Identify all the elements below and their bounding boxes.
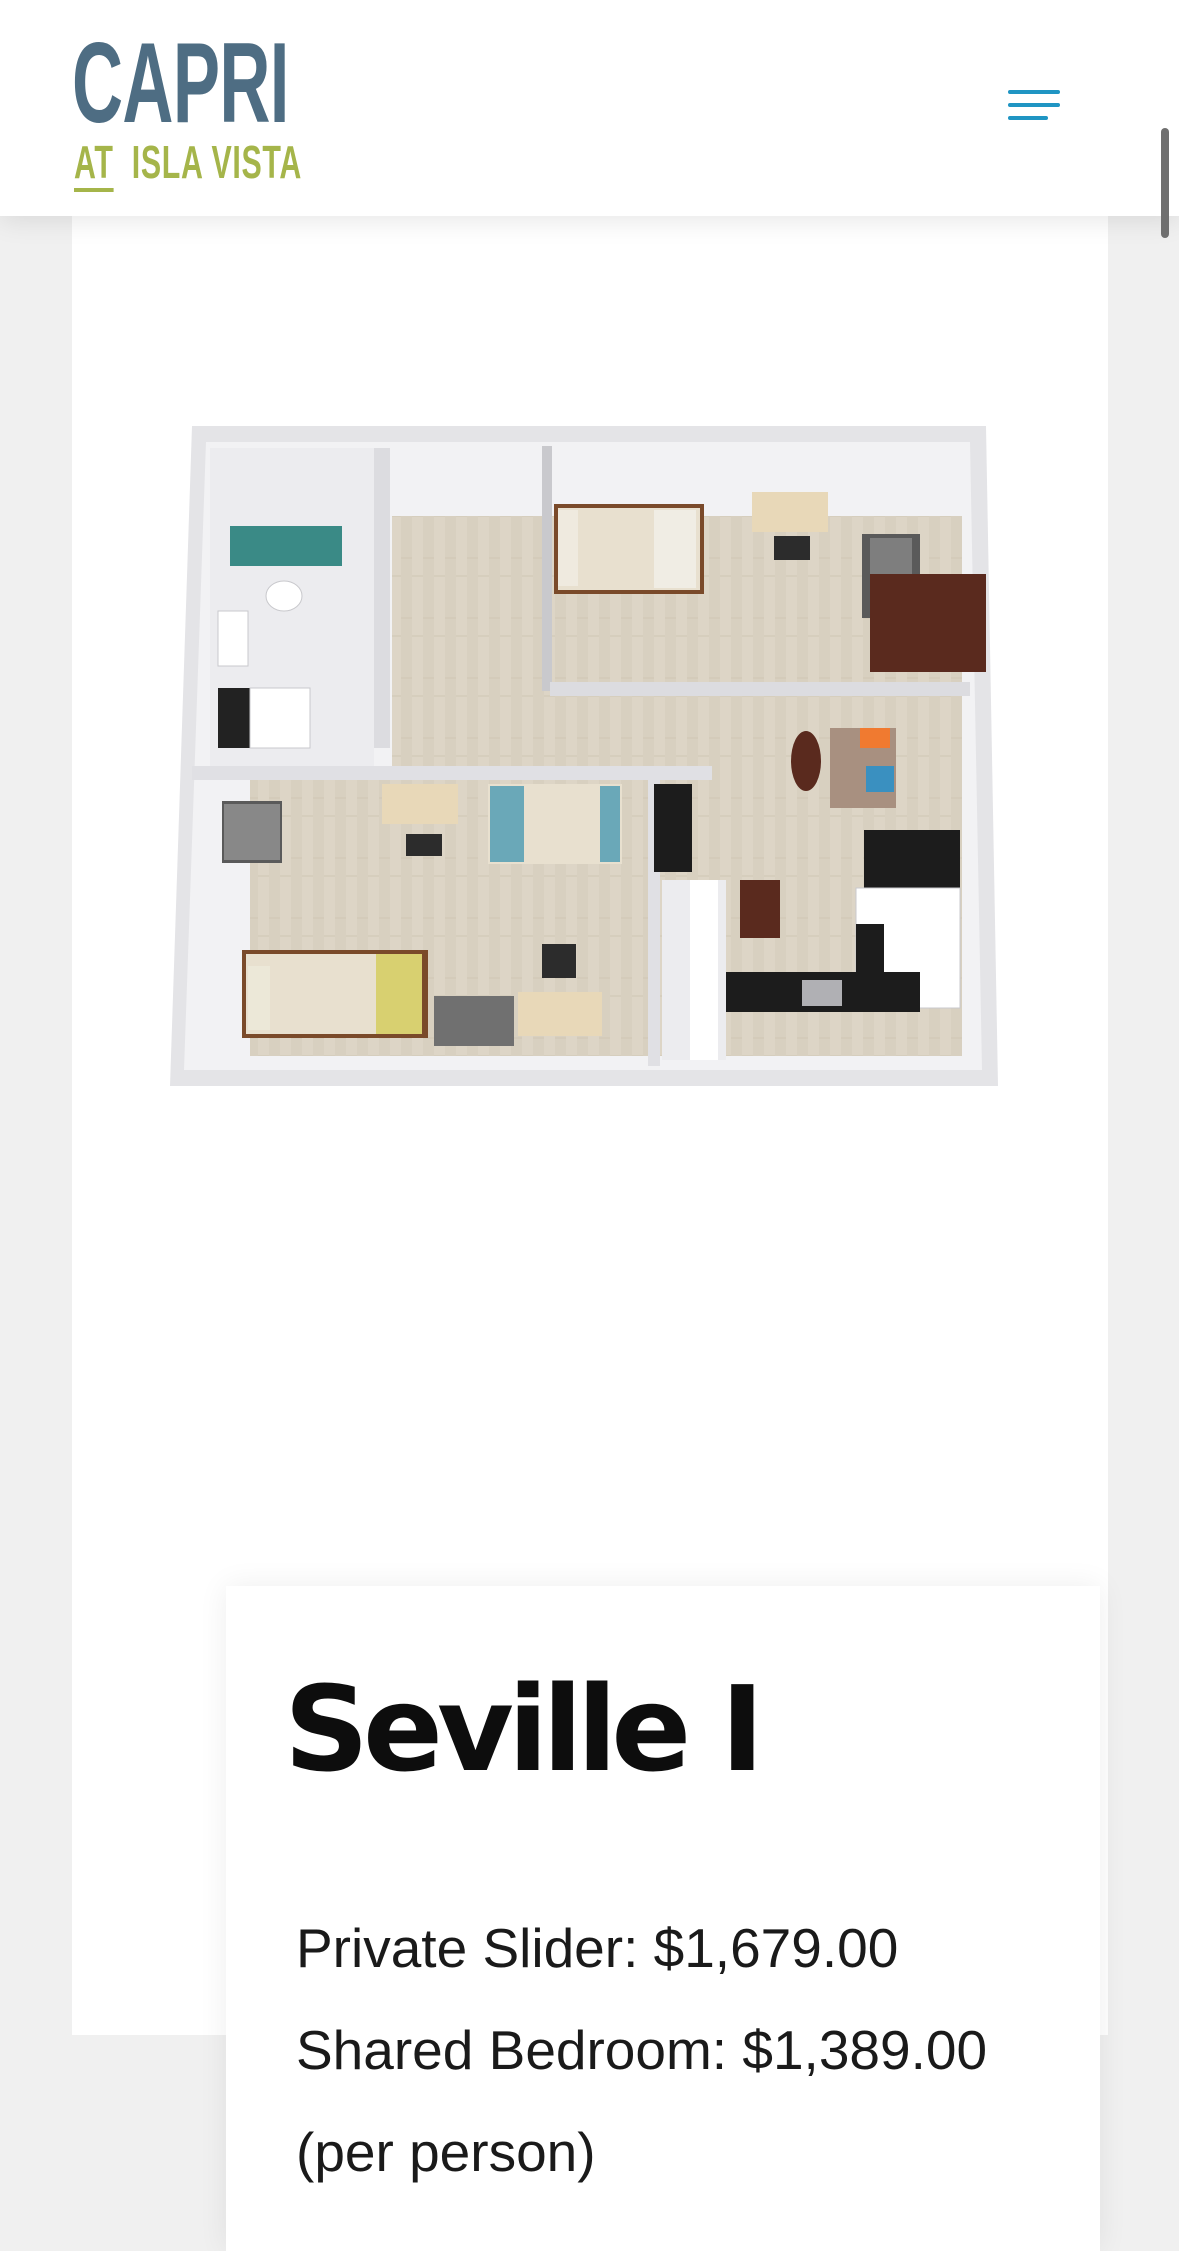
private-slider-price: Private Slider: $1,679.00 [296, 1917, 899, 1979]
per-person-note: (per person) [296, 2121, 596, 2183]
logo-capri-text: CAPRI [72, 20, 289, 147]
capri-logo[interactable]: CAPRI AT ISLA VISTA [72, 20, 301, 192]
hamburger-menu-icon[interactable] [1004, 86, 1066, 130]
logo-at-text: AT [74, 136, 114, 192]
page-scrollbar[interactable] [1161, 128, 1169, 238]
unit-info-card: Seville I Private Slider: $1,679.00 Shar… [226, 1586, 1100, 2251]
floorplan-panel: Seville I Private Slider: $1,679.00 Shar… [72, 216, 1108, 2251]
logo-islavista-text: ISLA VISTA [131, 136, 302, 188]
logo-isla-vista-text: AT ISLA VISTA [74, 136, 302, 192]
site-header: CAPRI AT ISLA VISTA [0, 0, 1179, 216]
floor-plan-image [170, 426, 1018, 1086]
shared-bedroom-price: Shared Bedroom: $1,389.00 [296, 2019, 988, 2081]
unit-title: Seville I [284, 1660, 764, 1798]
